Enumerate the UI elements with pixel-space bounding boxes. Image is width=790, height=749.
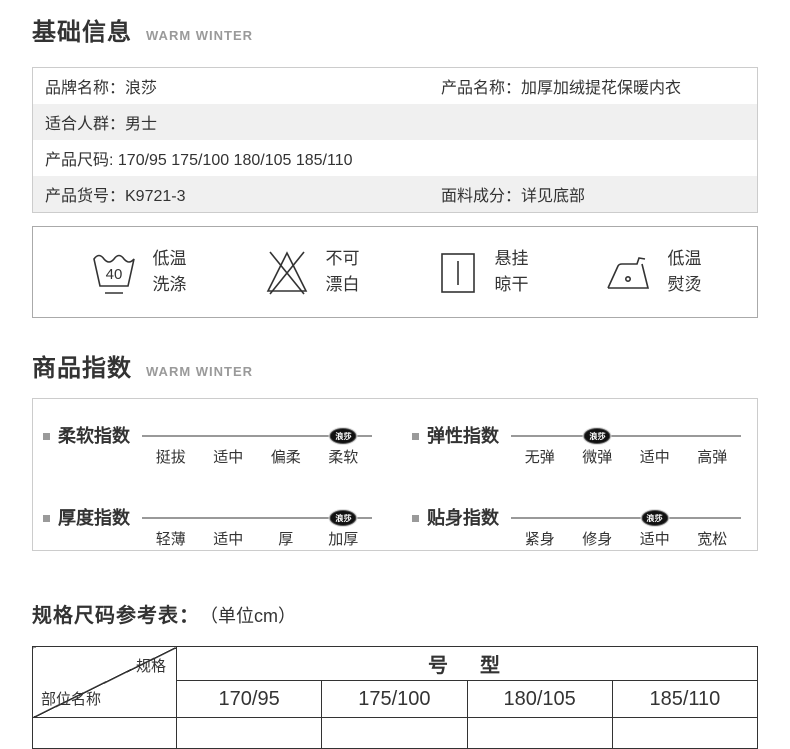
level-label: 柔软: [315, 446, 373, 467]
scale-track: 浪莎 紧身 修身 适中 宽松: [511, 507, 741, 549]
table-row-clipped: [33, 718, 758, 749]
info-cell-target-group: 适合人群：男士: [33, 104, 429, 140]
table-row: 适合人群：男士: [33, 104, 758, 140]
size-group-header: 号 型: [177, 647, 758, 681]
level-label: 宽松: [684, 528, 742, 549]
care-instructions-box: 40 低温 洗涤 不可 漂白 悬挂: [32, 226, 758, 318]
scale-track: 浪莎 轻薄 适中 厚 加厚: [142, 507, 372, 549]
info-cell-product-name: 产品名称：加厚加绒提花保暖内衣: [429, 68, 758, 105]
scale-name: 弹性指数: [427, 425, 499, 447]
section-title: 商品指数: [32, 348, 132, 383]
care-label-line: 低温: [668, 246, 702, 272]
level-label: 高弹: [684, 446, 742, 467]
level-label: 微弹: [569, 446, 627, 467]
section-subtitle: WARM WINTER: [146, 28, 253, 43]
size-column-header: 185/110: [612, 681, 757, 718]
scale-name: 柔软指数: [58, 425, 130, 447]
hang-dry-icon: [435, 246, 481, 298]
level-label: 厚: [257, 528, 315, 549]
empty-cell: [612, 718, 757, 749]
index-scale-fit: 贴身指数 浪莎 紧身 修身 适中 宽松: [410, 507, 741, 549]
svg-text:40: 40: [105, 266, 122, 283]
level-label: 适中: [626, 528, 684, 549]
scale-name: 贴身指数: [427, 507, 499, 529]
scale-levels: 轻薄 适中 厚 加厚: [142, 528, 372, 549]
scale-line: [511, 435, 741, 437]
care-label-line: 不可: [326, 246, 360, 272]
section-title: 基础信息: [32, 12, 132, 47]
care-label-line: 漂白: [326, 272, 360, 298]
index-scale-elasticity: 弹性指数 浪莎 无弹 微弹 适中 高弹: [410, 425, 741, 467]
level-label: 修身: [569, 528, 627, 549]
scale-line: [511, 517, 741, 519]
size-title-unit: （单位cm）: [200, 602, 296, 628]
basic-info-table: 品牌名称：浪莎 产品名称：加厚加绒提花保暖内衣 适合人群：男士 产品尺码: 17…: [32, 67, 758, 213]
size-table-title: 规格尺码参考表： （单位cm）: [32, 599, 758, 628]
empty-cell: [467, 718, 612, 749]
care-item-iron: 低温 熨烫: [604, 246, 702, 299]
care-label-line: 熨烫: [668, 272, 702, 298]
scale-track: 浪莎 挺拔 适中 偏柔 柔软: [142, 425, 372, 467]
scale-name: 厚度指数: [58, 507, 130, 529]
level-label: 偏柔: [257, 446, 315, 467]
product-index-heading: 商品指数 WARM WINTER: [32, 348, 758, 383]
bullet-square-icon: [43, 515, 50, 522]
no-bleach-icon: [262, 246, 312, 298]
scale-levels: 挺拔 适中 偏柔 柔软: [142, 446, 372, 467]
info-cell-brand: 品牌名称：浪莎: [33, 68, 429, 105]
info-cell-fabric: 面料成分：详见底部: [429, 176, 758, 213]
table-row: 产品尺码: 170/95 175/100 180/105 185/110: [33, 140, 758, 176]
empty-cell: [322, 718, 467, 749]
brand-badge-marker: 浪莎: [641, 510, 668, 526]
level-label: 挺拔: [142, 446, 200, 467]
care-item-no-bleach: 不可 漂白: [262, 246, 360, 299]
table-row: 品牌名称：浪莎 产品名称：加厚加绒提花保暖内衣: [33, 68, 758, 105]
empty-cell: [33, 718, 177, 749]
wash-40-icon: 40: [89, 246, 139, 298]
level-label: 加厚: [315, 528, 373, 549]
care-item-hang-dry: 悬挂 晾干: [435, 246, 529, 299]
info-cell-empty: [429, 104, 758, 140]
scale-levels: 紧身 修身 适中 宽松: [511, 528, 741, 549]
size-column-header: 180/105: [467, 681, 612, 718]
info-cell-item-number: 产品货号：K9721-3: [33, 176, 429, 213]
brand-badge-marker: 浪莎: [584, 428, 611, 444]
size-title-text: 规格尺码参考表：: [32, 599, 200, 628]
product-index-box: 柔软指数 浪莎 挺拔 适中 偏柔 柔软 弹性指数 浪莎 无弹 微弹: [32, 398, 758, 551]
care-item-wash: 40 低温 洗涤: [89, 246, 187, 299]
bullet-square-icon: [43, 433, 50, 440]
care-label-line: 洗涤: [153, 272, 187, 298]
brand-badge-marker: 浪莎: [330, 510, 357, 526]
index-scale-softness: 柔软指数 浪莎 挺拔 适中 偏柔 柔软: [41, 425, 372, 467]
scale-track: 浪莎 无弹 微弹 适中 高弹: [511, 425, 741, 467]
size-column-header: 170/95: [177, 681, 322, 718]
bullet-square-icon: [412, 515, 419, 522]
empty-cell: [177, 718, 322, 749]
size-column-header: 175/100: [322, 681, 467, 718]
bullet-square-icon: [412, 433, 419, 440]
brand-badge-marker: 浪莎: [330, 428, 357, 444]
level-label: 适中: [200, 446, 258, 467]
info-cell-empty: [429, 140, 758, 176]
basic-info-heading: 基础信息 WARM WINTER: [32, 0, 758, 47]
care-label-line: 晾干: [495, 272, 529, 298]
diagonal-header-cell: 规格 部位名称: [33, 647, 177, 718]
care-label-line: 悬挂: [495, 246, 529, 272]
care-label-line: 低温: [153, 246, 187, 272]
iron-low-icon: [604, 246, 654, 298]
scale-levels: 无弹 微弹 适中 高弹: [511, 446, 741, 467]
level-label: 适中: [200, 528, 258, 549]
index-scale-thickness: 厚度指数 浪莎 轻薄 适中 厚 加厚: [41, 507, 372, 549]
level-label: 紧身: [511, 528, 569, 549]
level-label: 适中: [626, 446, 684, 467]
corner-label-part: 部位名称: [41, 688, 101, 709]
corner-label-spec: 规格: [136, 655, 166, 676]
table-row: 产品货号：K9721-3 面料成分：详见底部: [33, 176, 758, 213]
level-label: 无弹: [511, 446, 569, 467]
size-reference-table: 规格 部位名称 号 型 170/95 175/100 180/105 185/1…: [32, 646, 758, 749]
section-subtitle: WARM WINTER: [146, 364, 253, 379]
info-cell-sizes: 产品尺码: 170/95 175/100 180/105 185/110: [33, 140, 429, 176]
level-label: 轻薄: [142, 528, 200, 549]
table-row: 规格 部位名称 号 型: [33, 647, 758, 681]
